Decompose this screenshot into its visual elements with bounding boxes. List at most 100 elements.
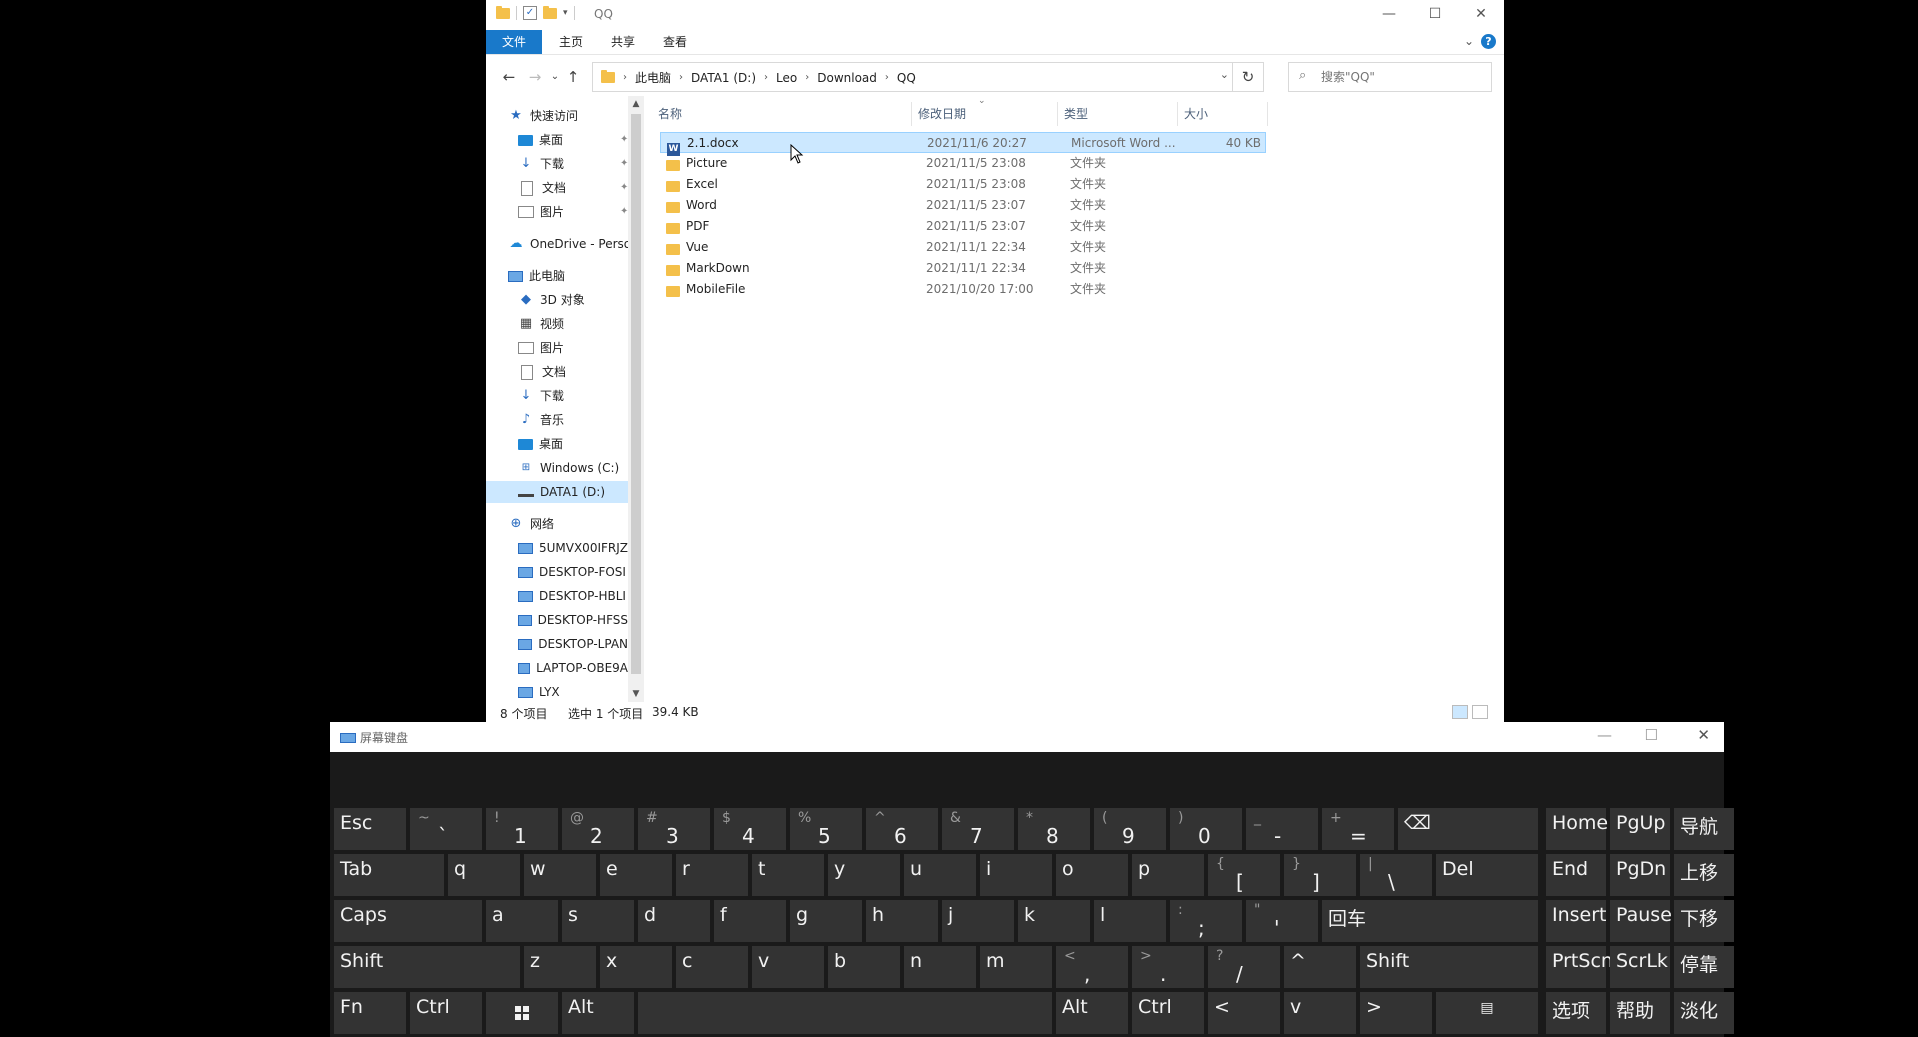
key-h[interactable]: h	[866, 900, 938, 942]
key-g[interactable]: g	[790, 900, 862, 942]
folder-row[interactable]: PDF 2021/11/5 23:07 文件夹	[660, 216, 1266, 237]
key-arrow-right[interactable]: >	[1360, 992, 1432, 1034]
key-backslash[interactable]: | \	[1360, 854, 1432, 896]
key-help[interactable]: 帮助	[1610, 992, 1670, 1034]
key-y[interactable]: y	[828, 854, 900, 896]
key-4[interactable]: $4	[714, 808, 786, 850]
folder-row[interactable]: Picture 2021/11/5 23:08 文件夹	[660, 153, 1266, 174]
key-dock[interactable]: 停靠	[1674, 946, 1734, 988]
nav-network-computer[interactable]: DESKTOP-FOSI	[518, 561, 628, 583]
key-pause[interactable]: Pause	[1610, 900, 1672, 942]
key-o[interactable]: o	[1056, 854, 1128, 896]
key-move-up[interactable]: 上移	[1674, 854, 1734, 896]
key-s[interactable]: s	[562, 900, 634, 942]
key-j[interactable]: j	[942, 900, 1014, 942]
breadcrumb-item[interactable]: Leo	[776, 71, 797, 85]
osk-close-button[interactable]: ✕	[1697, 726, 1710, 744]
key-nav[interactable]: 导航	[1674, 808, 1734, 850]
nav-documents[interactable]: 文档	[518, 361, 566, 383]
key-caps[interactable]: Caps	[334, 900, 482, 942]
key-alt-left[interactable]: Alt	[562, 992, 634, 1034]
key-c[interactable]: c	[676, 946, 748, 988]
nav-quick-access[interactable]: ★ 快速访问	[508, 105, 578, 127]
key-enter[interactable]: 回车	[1322, 900, 1538, 942]
breadcrumb-item[interactable]: 此电脑	[635, 69, 671, 86]
tab-home[interactable]: 主页	[548, 30, 594, 54]
key-pgdn[interactable]: PgDn	[1610, 854, 1670, 896]
nav-downloads[interactable]: ↓ 下载	[518, 385, 564, 407]
minimize-button[interactable]: —	[1366, 0, 1412, 30]
key-options[interactable]: 选项	[1546, 992, 1606, 1034]
key-shift-right[interactable]: Shift	[1360, 946, 1538, 988]
key-x[interactable]: x	[600, 946, 672, 988]
up-button[interactable]: ↑	[562, 66, 584, 88]
search-box[interactable]: ⌕	[1288, 62, 1492, 92]
help-icon[interactable]: ?	[1481, 34, 1496, 49]
customize-toolbar-icon[interactable]: ▾	[563, 8, 568, 18]
nav-network-computer[interactable]: LAPTOP-OBE9A	[518, 657, 628, 679]
key-a[interactable]: a	[486, 900, 558, 942]
nav-videos[interactable]: ▦ 视频	[518, 313, 564, 335]
nav-this-pc[interactable]: 此电脑	[508, 265, 565, 287]
folder-row[interactable]: Vue 2021/11/1 22:34 文件夹	[660, 237, 1266, 258]
search-input[interactable]	[1319, 67, 1483, 87]
nav-quick-downloads[interactable]: ↓ 下载 ✦	[518, 153, 628, 175]
key-m[interactable]: m	[980, 946, 1052, 988]
folder-row[interactable]: Excel 2021/11/5 23:08 文件夹	[660, 174, 1266, 195]
breadcrumb-item[interactable]: QQ	[897, 71, 916, 85]
nav-network-computer[interactable]: DESKTOP-LPAN	[518, 633, 628, 655]
osk-maximize-button[interactable]: ☐	[1645, 726, 1658, 744]
key-w[interactable]: w	[524, 854, 596, 896]
close-button[interactable]: ✕	[1458, 0, 1504, 30]
folder-row[interactable]: Word 2021/11/5 23:07 文件夹	[660, 195, 1266, 216]
key-9[interactable]: (9	[1094, 808, 1166, 850]
nav-desktop[interactable]: 桌面	[518, 433, 563, 455]
key-space[interactable]	[638, 992, 1052, 1034]
maximize-button[interactable]: ☐	[1412, 0, 1458, 30]
folder-row[interactable]: MobileFile 2021/10/20 17:00 文件夹	[660, 279, 1266, 300]
key-arrow-down[interactable]: v	[1284, 992, 1356, 1034]
nav-scrollbar[interactable]: ▲ ▼	[628, 96, 644, 702]
address-dropdown-icon[interactable]: ⌄	[1220, 68, 1229, 81]
column-type[interactable]: 类型	[1058, 102, 1178, 126]
nav-quick-desktop[interactable]: 桌面 ✦	[518, 129, 628, 151]
key-u[interactable]: u	[904, 854, 976, 896]
tab-file[interactable]: 文件	[486, 30, 542, 54]
key-7[interactable]: & 7	[942, 808, 1014, 850]
scroll-down-icon[interactable]: ▼	[628, 689, 644, 699]
nav-network-computer[interactable]: 5UMVX00IFRJZ	[518, 537, 628, 559]
key-shift-left[interactable]: Shift	[334, 946, 520, 988]
nav-pictures[interactable]: 图片	[518, 337, 564, 359]
key-left-bracket[interactable]: {[	[1208, 854, 1280, 896]
breadcrumb-item[interactable]: Download	[817, 71, 877, 85]
key-home[interactable]: Home	[1546, 808, 1608, 850]
key-period[interactable]: >.	[1132, 946, 1204, 988]
forward-button[interactable]: →	[524, 66, 546, 88]
address-bar[interactable]: › 此电脑 › DATA1 (D:) › Leo › Download › QQ…	[592, 62, 1264, 92]
key-8[interactable]: * 8	[1018, 808, 1090, 850]
key-t[interactable]: t	[752, 854, 824, 896]
key-backtick[interactable]: ~ `	[410, 808, 482, 850]
key-0[interactable]: ) 0	[1170, 808, 1242, 850]
key-ctrl-left[interactable]: Ctrl	[410, 992, 482, 1034]
key-quote[interactable]: " '	[1246, 900, 1318, 942]
nav-quick-pictures[interactable]: 图片 ✦	[518, 201, 628, 223]
nav-network-computer[interactable]: DESKTOP-HBLI	[518, 585, 628, 607]
key-e[interactable]: e	[600, 854, 672, 896]
refresh-button[interactable]: ↻	[1232, 63, 1263, 91]
key-z[interactable]: z	[524, 946, 596, 988]
key-minus[interactable]: _ -	[1246, 808, 1318, 850]
column-size[interactable]: 大小	[1178, 102, 1268, 126]
key-5[interactable]: % 5	[790, 808, 862, 850]
scroll-up-icon[interactable]: ▲	[628, 99, 644, 109]
key-2[interactable]: @2	[562, 808, 634, 850]
nav-network[interactable]: ⊕ 网络	[508, 513, 554, 535]
key-f[interactable]: f	[714, 900, 786, 942]
key-n[interactable]: n	[904, 946, 976, 988]
tab-view[interactable]: 查看	[652, 30, 698, 54]
key-move-down[interactable]: 下移	[1674, 900, 1734, 942]
key-esc[interactable]: Esc	[334, 808, 406, 850]
key-fn[interactable]: Fn	[334, 992, 406, 1034]
key-end[interactable]: End	[1546, 854, 1606, 896]
key-1[interactable]: ! 1	[486, 808, 558, 850]
